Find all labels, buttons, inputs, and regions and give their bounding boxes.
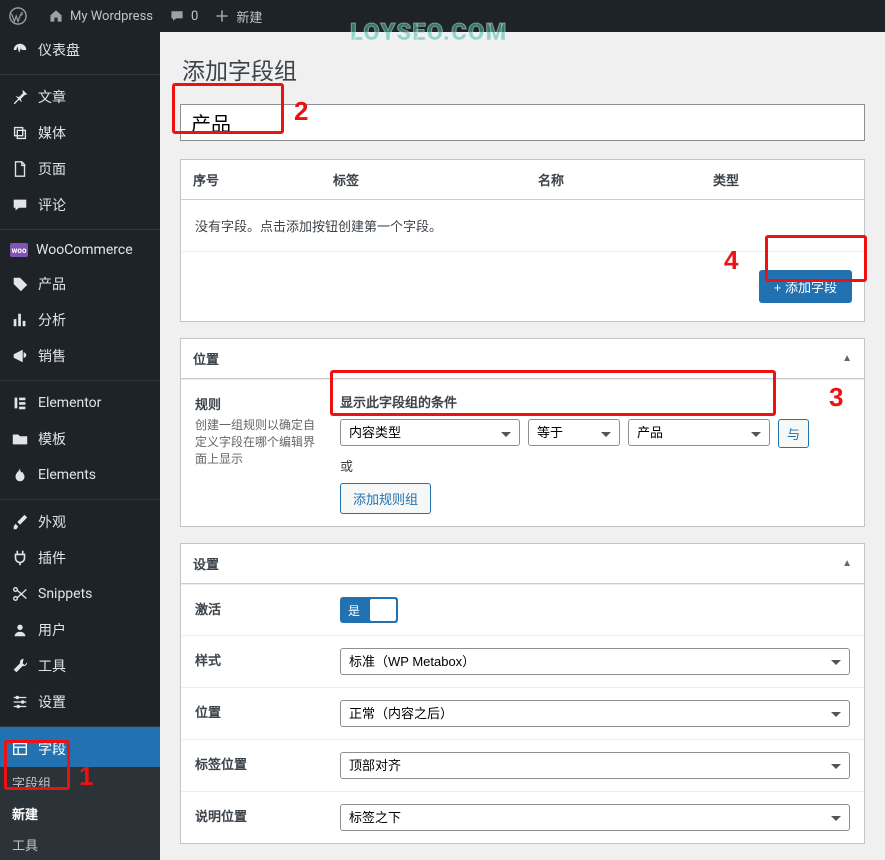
- fields-table-header: 序号 标签 名称 类型: [181, 160, 864, 200]
- labelpos-label: 标签位置: [195, 754, 326, 773]
- sidebar-item-fields[interactable]: 字段: [0, 726, 160, 767]
- wrench-icon: [10, 656, 30, 676]
- media-icon: [10, 123, 30, 143]
- content-area: 添加字段组 序号 标签 名称 类型 没有字段。点击添加按钮创建第一个字段。 + …: [160, 32, 885, 860]
- page-icon: [10, 159, 30, 179]
- style-label: 样式: [195, 650, 326, 669]
- collapse-icon: ▲: [842, 353, 852, 364]
- location-heading[interactable]: 位置 ▲: [181, 339, 864, 379]
- sidebar-item-woocommerce[interactable]: woo WooCommerce: [0, 229, 160, 266]
- comment-icon: [167, 6, 187, 26]
- position-select[interactable]: 正常（内容之后）: [340, 700, 850, 727]
- fields-submenu: 字段组 新建 工具: [0, 767, 160, 860]
- elementor-icon: [10, 393, 30, 413]
- wp-logo[interactable]: [8, 6, 32, 26]
- active-label: 激活: [195, 599, 326, 618]
- collapse-icon: ▲: [842, 558, 852, 569]
- sidebar-item-plugins[interactable]: 插件: [0, 540, 160, 576]
- sidebar-item-elements[interactable]: Elements: [0, 457, 160, 493]
- home-icon: [46, 6, 66, 26]
- new-label: 新建: [236, 7, 262, 26]
- rule-value-select[interactable]: 产品: [628, 419, 770, 446]
- admin-bar: My Wordpress 0 新建 LOYSEO.COM: [0, 0, 885, 32]
- scissors-icon: [10, 584, 30, 604]
- sidebar-item-settings[interactable]: 设置: [0, 684, 160, 720]
- sidebar-item-templates[interactable]: 模板: [0, 421, 160, 457]
- group-title-input[interactable]: [180, 104, 865, 141]
- sidebar-item-analytics[interactable]: 分析: [0, 302, 160, 338]
- page-title: 添加字段组: [182, 52, 865, 86]
- pin-icon: [10, 87, 30, 107]
- instrpos-label: 说明位置: [195, 806, 326, 825]
- brush-icon: [10, 512, 30, 532]
- show-if-label: 显示此字段组的条件: [340, 392, 850, 411]
- sidebar-item-snippets[interactable]: Snippets: [0, 576, 160, 612]
- col-type: 类型: [713, 170, 852, 189]
- empty-fields-message: 没有字段。点击添加按钮创建第一个字段。: [181, 200, 864, 252]
- site-name[interactable]: My Wordpress: [46, 6, 153, 26]
- fields-panel: 序号 标签 名称 类型 没有字段。点击添加按钮创建第一个字段。 + 添加字段: [180, 159, 865, 322]
- megaphone-icon: [10, 346, 30, 366]
- settings-panel: 设置 ▲ 激活 是 样式 标准（WP Metabox） 位置 正常（内容之后）: [180, 543, 865, 844]
- dashboard-icon: [10, 40, 30, 60]
- user-icon: [10, 620, 30, 640]
- rule-and-button[interactable]: 与: [778, 419, 809, 448]
- rule-or-label: 或: [340, 456, 850, 475]
- flame-icon: [10, 465, 30, 485]
- sliders-icon: [10, 692, 30, 712]
- settings-heading[interactable]: 设置 ▲: [181, 544, 864, 584]
- rule-row: 内容类型 等于 产品 与: [340, 419, 850, 448]
- add-field-button[interactable]: + 添加字段: [759, 270, 852, 303]
- comments-link[interactable]: 0: [167, 6, 198, 26]
- sidebar-item-users[interactable]: 用户: [0, 612, 160, 648]
- add-rule-group-button[interactable]: 添加规则组: [340, 483, 431, 514]
- comments-count: 0: [191, 9, 198, 24]
- wordpress-icon: [8, 6, 28, 26]
- plug-icon: [10, 548, 30, 568]
- rule-operator-select[interactable]: 等于: [528, 419, 620, 446]
- submenu-field-groups[interactable]: 字段组: [0, 767, 160, 798]
- col-name: 名称: [538, 170, 713, 189]
- rules-title: 规则: [195, 394, 326, 413]
- woo-icon: woo: [10, 243, 28, 257]
- position-label: 位置: [195, 702, 326, 721]
- admin-menu: 仪表盘 文章 媒体 页面 评论 woo WooCommerce 产品 分析: [0, 32, 160, 860]
- layout-icon: [10, 739, 30, 759]
- site-title: My Wordpress: [70, 9, 153, 24]
- chart-icon: [10, 310, 30, 330]
- style-select[interactable]: 标准（WP Metabox）: [340, 648, 850, 675]
- sidebar-item-dashboard[interactable]: 仪表盘: [0, 32, 160, 68]
- submenu-tools[interactable]: 工具: [0, 829, 160, 860]
- rule-param-select[interactable]: 内容类型: [340, 419, 520, 446]
- sidebar-item-pages[interactable]: 页面: [0, 151, 160, 187]
- sidebar-item-elementor[interactable]: Elementor: [0, 380, 160, 421]
- submenu-new[interactable]: 新建: [0, 798, 160, 829]
- plus-icon: [212, 6, 232, 26]
- sidebar-item-marketing[interactable]: 销售: [0, 338, 160, 374]
- labelpos-select[interactable]: 顶部对齐: [340, 752, 850, 779]
- rules-desc: 创建一组规则以确定自定义字段在哪个编辑界面上显示: [195, 417, 326, 467]
- sidebar-item-media[interactable]: 媒体: [0, 115, 160, 151]
- col-order: 序号: [193, 170, 333, 189]
- sidebar-item-posts[interactable]: 文章: [0, 74, 160, 115]
- sidebar-item-products[interactable]: 产品: [0, 266, 160, 302]
- active-toggle[interactable]: 是: [340, 597, 398, 623]
- new-content[interactable]: 新建: [212, 6, 262, 26]
- sidebar-item-appearance[interactable]: 外观: [0, 499, 160, 540]
- tag-icon: [10, 274, 30, 294]
- folder-icon: [10, 429, 30, 449]
- col-label: 标签: [333, 170, 538, 189]
- sidebar-item-comments[interactable]: 评论: [0, 187, 160, 223]
- sidebar-item-tools[interactable]: 工具: [0, 648, 160, 684]
- location-panel: 位置 ▲ 规则 创建一组规则以确定自定义字段在哪个编辑界面上显示 显示此字段组的…: [180, 338, 865, 527]
- toggle-knob: [370, 599, 396, 621]
- comment-icon: [10, 195, 30, 215]
